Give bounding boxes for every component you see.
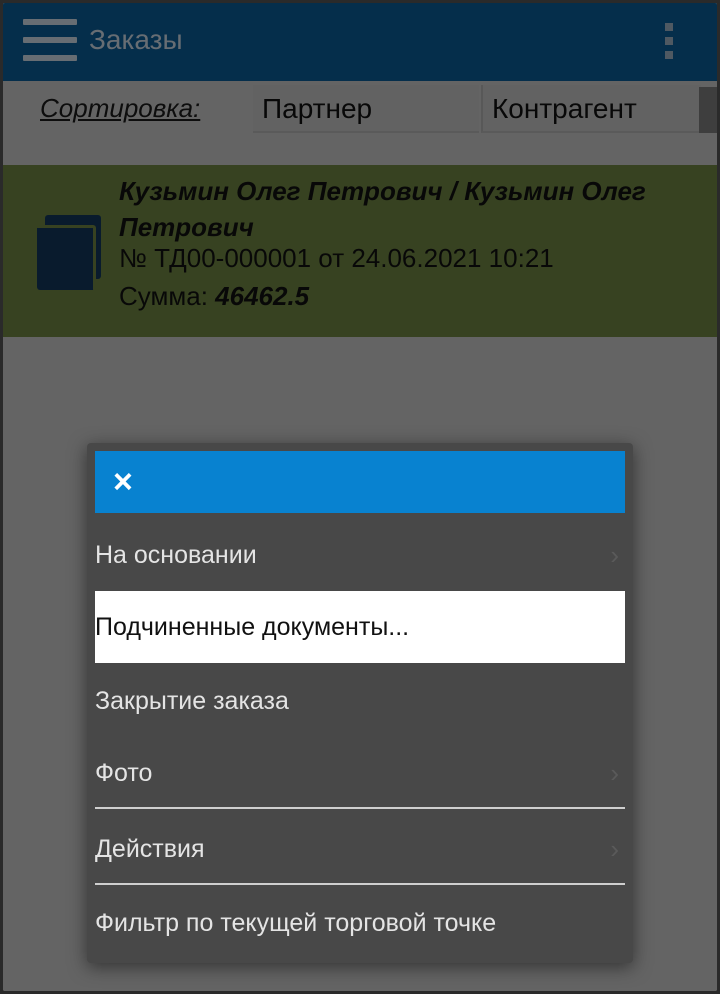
chevron-right-icon: ›: [610, 540, 619, 570]
menu-item-label: Фото: [95, 759, 153, 787]
menu-item-label: На основании: [95, 541, 257, 569]
menu-divider: [95, 883, 625, 885]
screen: Заказы Сортировка: Партнер Контрагент Ку…: [3, 3, 717, 991]
menu-item-filter-current-outlet[interactable]: Фильтр по текущей торговой точке: [95, 887, 625, 959]
menu-item-subordinate-documents[interactable]: Подчиненные документы...: [95, 591, 625, 663]
menu-item-based-on[interactable]: На основании ›: [95, 519, 625, 591]
menu-item-label: Действия: [95, 835, 205, 863]
context-menu: × На основании › Подчиненные документы..…: [87, 443, 633, 963]
close-icon[interactable]: ×: [113, 465, 133, 499]
menu-item-actions[interactable]: Действия ›: [95, 813, 625, 885]
menu-item-close-order[interactable]: Закрытие заказа: [95, 665, 625, 737]
menu-item-label: Подчиненные документы...: [95, 613, 410, 641]
chevron-right-icon: ›: [610, 834, 619, 864]
menu-item-photo[interactable]: Фото ›: [95, 737, 625, 809]
menu-divider: [95, 807, 625, 809]
chevron-right-icon: ›: [610, 758, 619, 788]
menu-item-label: Закрытие заказа: [95, 687, 289, 715]
context-menu-header: ×: [95, 451, 625, 513]
menu-item-label: Фильтр по текущей торговой точке: [95, 909, 497, 937]
